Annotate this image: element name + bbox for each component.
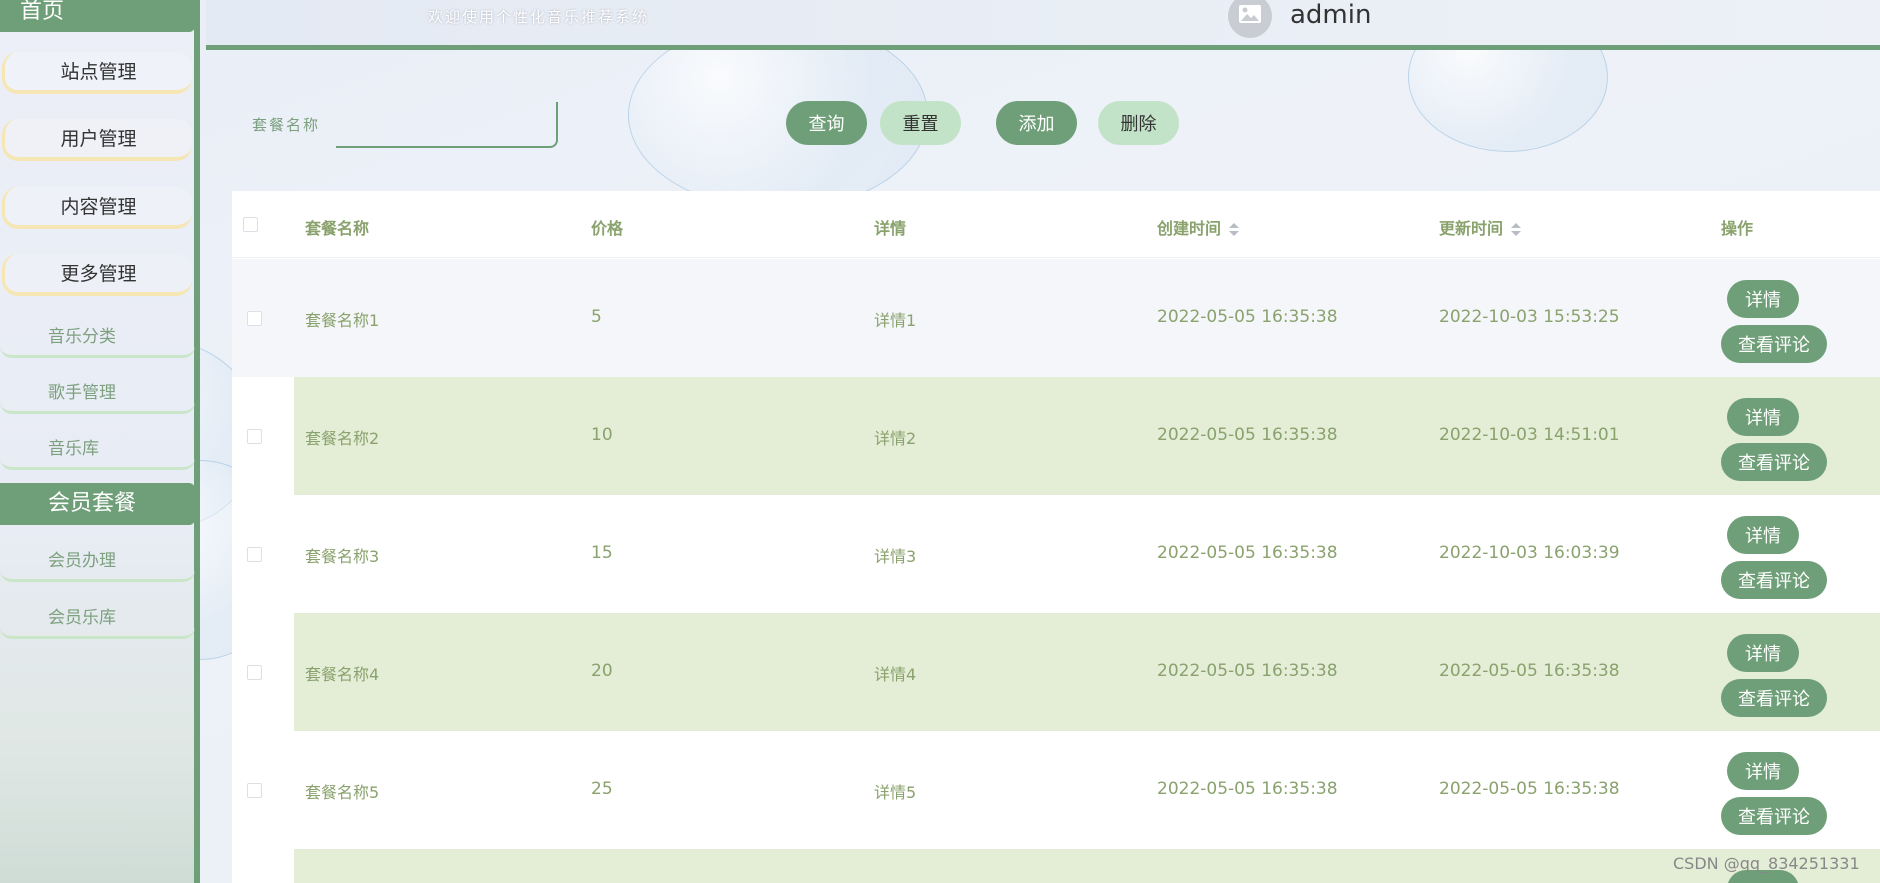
welcome-text: 欢迎使用个性化音乐推荐系统 — [428, 8, 650, 26]
sidebar-item-content-management[interactable]: 内容管理 — [2, 187, 192, 229]
detail-button[interactable]: 详情 — [1727, 398, 1799, 436]
column-header-name: 套餐名称 — [305, 219, 370, 238]
cell-price: 20 — [591, 661, 613, 681]
sort-icon[interactable] — [1511, 222, 1522, 237]
cell-created: 2022-05-05 16:35:38 — [1157, 543, 1338, 563]
select-all-checkbox[interactable] — [243, 217, 258, 232]
package-table: 套餐名称 价格 详情 创建时间 更新时间 操作 套餐名称1 5 详情1 2022… — [232, 191, 1880, 883]
search-input[interactable] — [336, 102, 558, 148]
table-row: 套餐名称5 25 详情5 2022-05-05 16:35:38 2022-05… — [232, 731, 1880, 849]
view-comments-button[interactable]: 查看评论 — [1721, 679, 1827, 717]
cell-updated: 2022-10-03 14:51:01 — [1439, 425, 1620, 445]
sidebar-item-singer-management[interactable]: 歌手管理 — [0, 374, 195, 414]
row-checkbox[interactable] — [247, 429, 262, 444]
view-comments-button[interactable]: 查看评论 — [1721, 561, 1827, 599]
cell-updated: 2022-10-03 15:53:25 — [1439, 307, 1620, 327]
cell-name: 套餐名称1 — [305, 311, 380, 330]
cell-detail: 详情1 — [874, 311, 917, 330]
cell-updated: 2022-10-03 16:03:39 — [1439, 543, 1620, 563]
sidebar-item-more-management[interactable]: 更多管理 — [2, 254, 192, 296]
query-button[interactable]: 查询 — [786, 101, 867, 145]
delete-button[interactable]: 删除 — [1098, 101, 1179, 145]
detail-button[interactable]: 详情 — [1727, 634, 1799, 672]
column-header-actions: 操作 — [1721, 219, 1754, 238]
column-header-price: 价格 — [591, 219, 624, 238]
detail-button[interactable]: 详情 — [1727, 516, 1799, 554]
reset-button[interactable]: 重置 — [880, 101, 961, 145]
sidebar-item-membership-apply[interactable]: 会员办理 — [0, 542, 195, 582]
row-checkbox[interactable] — [247, 665, 262, 680]
view-comments-button[interactable]: 查看评论 — [1721, 443, 1827, 481]
cell-name: 套餐名称5 — [305, 783, 380, 802]
sidebar-item-home[interactable]: 首页 — [0, 0, 195, 32]
sidebar-item-user-management[interactable]: 用户管理 — [2, 119, 192, 161]
view-comments-button[interactable]: 查看评论 — [1721, 797, 1827, 835]
sidebar: 首页 站点管理 用户管理 内容管理 更多管理 音乐分类 歌手管理 音乐库 会员套… — [0, 0, 200, 883]
cell-name: 套餐名称4 — [305, 665, 380, 684]
table-row: 套餐名称4 20 详情4 2022-05-05 16:35:38 2022-05… — [232, 613, 1880, 731]
detail-button[interactable]: 详情 — [1727, 752, 1799, 790]
sidebar-item-membership-package[interactable]: 会员套餐 — [0, 483, 195, 525]
sidebar-item-music-category[interactable]: 音乐分类 — [0, 318, 195, 358]
cell-updated: 2022-05-05 16:35:38 — [1439, 661, 1620, 681]
cell-detail: 详情2 — [874, 429, 917, 448]
username[interactable]: admin — [1290, 0, 1371, 30]
sidebar-item-music-library[interactable]: 音乐库 — [0, 430, 195, 470]
row-checkbox[interactable] — [247, 311, 262, 326]
sort-icon[interactable] — [1229, 222, 1240, 237]
view-comments-button[interactable]: 查看评论 — [1721, 325, 1827, 363]
cell-detail: 详情4 — [874, 665, 917, 684]
column-header-updated[interactable]: 更新时间 — [1439, 215, 1522, 239]
column-header-updated-label: 更新时间 — [1439, 219, 1504, 238]
cell-name: 套餐名称3 — [305, 547, 380, 566]
cell-created: 2022-05-05 16:35:38 — [1157, 307, 1338, 327]
row-checkbox[interactable] — [247, 783, 262, 798]
search-label: 套餐名称 — [252, 116, 321, 134]
watermark: CSDN @qq_834251331 — [1673, 854, 1860, 873]
cell-name: 套餐名称2 — [305, 429, 380, 448]
image-placeholder-icon — [1238, 4, 1262, 28]
cell-price: 10 — [591, 425, 613, 445]
cell-price: 15 — [591, 543, 613, 563]
avatar[interactable] — [1228, 0, 1272, 38]
table-row: 套餐名称2 10 详情2 2022-05-05 16:35:38 2022-10… — [232, 377, 1880, 495]
cell-updated: 2022-05-05 16:35:38 — [1439, 779, 1620, 799]
cell-price: 25 — [591, 779, 613, 799]
column-header-created[interactable]: 创建时间 — [1157, 215, 1240, 239]
cell-detail: 详情3 — [874, 547, 917, 566]
table-row: 套餐名称1 5 详情1 2022-05-05 16:35:38 2022-10-… — [232, 259, 1880, 377]
detail-button[interactable]: 详情 — [1727, 280, 1799, 318]
table-header: 套餐名称 价格 详情 创建时间 更新时间 操作 — [232, 191, 1880, 258]
cell-price: 5 — [591, 307, 602, 327]
table-row: 套餐名称3 15 详情3 2022-05-05 16:35:38 2022-10… — [232, 495, 1880, 613]
column-header-created-label: 创建时间 — [1157, 219, 1222, 238]
cell-created: 2022-05-05 16:35:38 — [1157, 779, 1338, 799]
sidebar-item-site-management[interactable]: 站点管理 — [2, 52, 192, 94]
column-header-detail: 详情 — [874, 219, 907, 238]
top-header: 欢迎使用个性化音乐推荐系统 admin — [206, 0, 1880, 50]
cell-created: 2022-05-05 16:35:38 — [1157, 425, 1338, 445]
row-checkbox[interactable] — [247, 547, 262, 562]
cell-detail: 详情5 — [874, 783, 917, 802]
cell-created: 2022-05-05 16:35:38 — [1157, 661, 1338, 681]
add-button[interactable]: 添加 — [996, 101, 1077, 145]
sidebar-item-member-library[interactable]: 会员乐库 — [0, 599, 195, 639]
table-row — [232, 849, 1880, 883]
